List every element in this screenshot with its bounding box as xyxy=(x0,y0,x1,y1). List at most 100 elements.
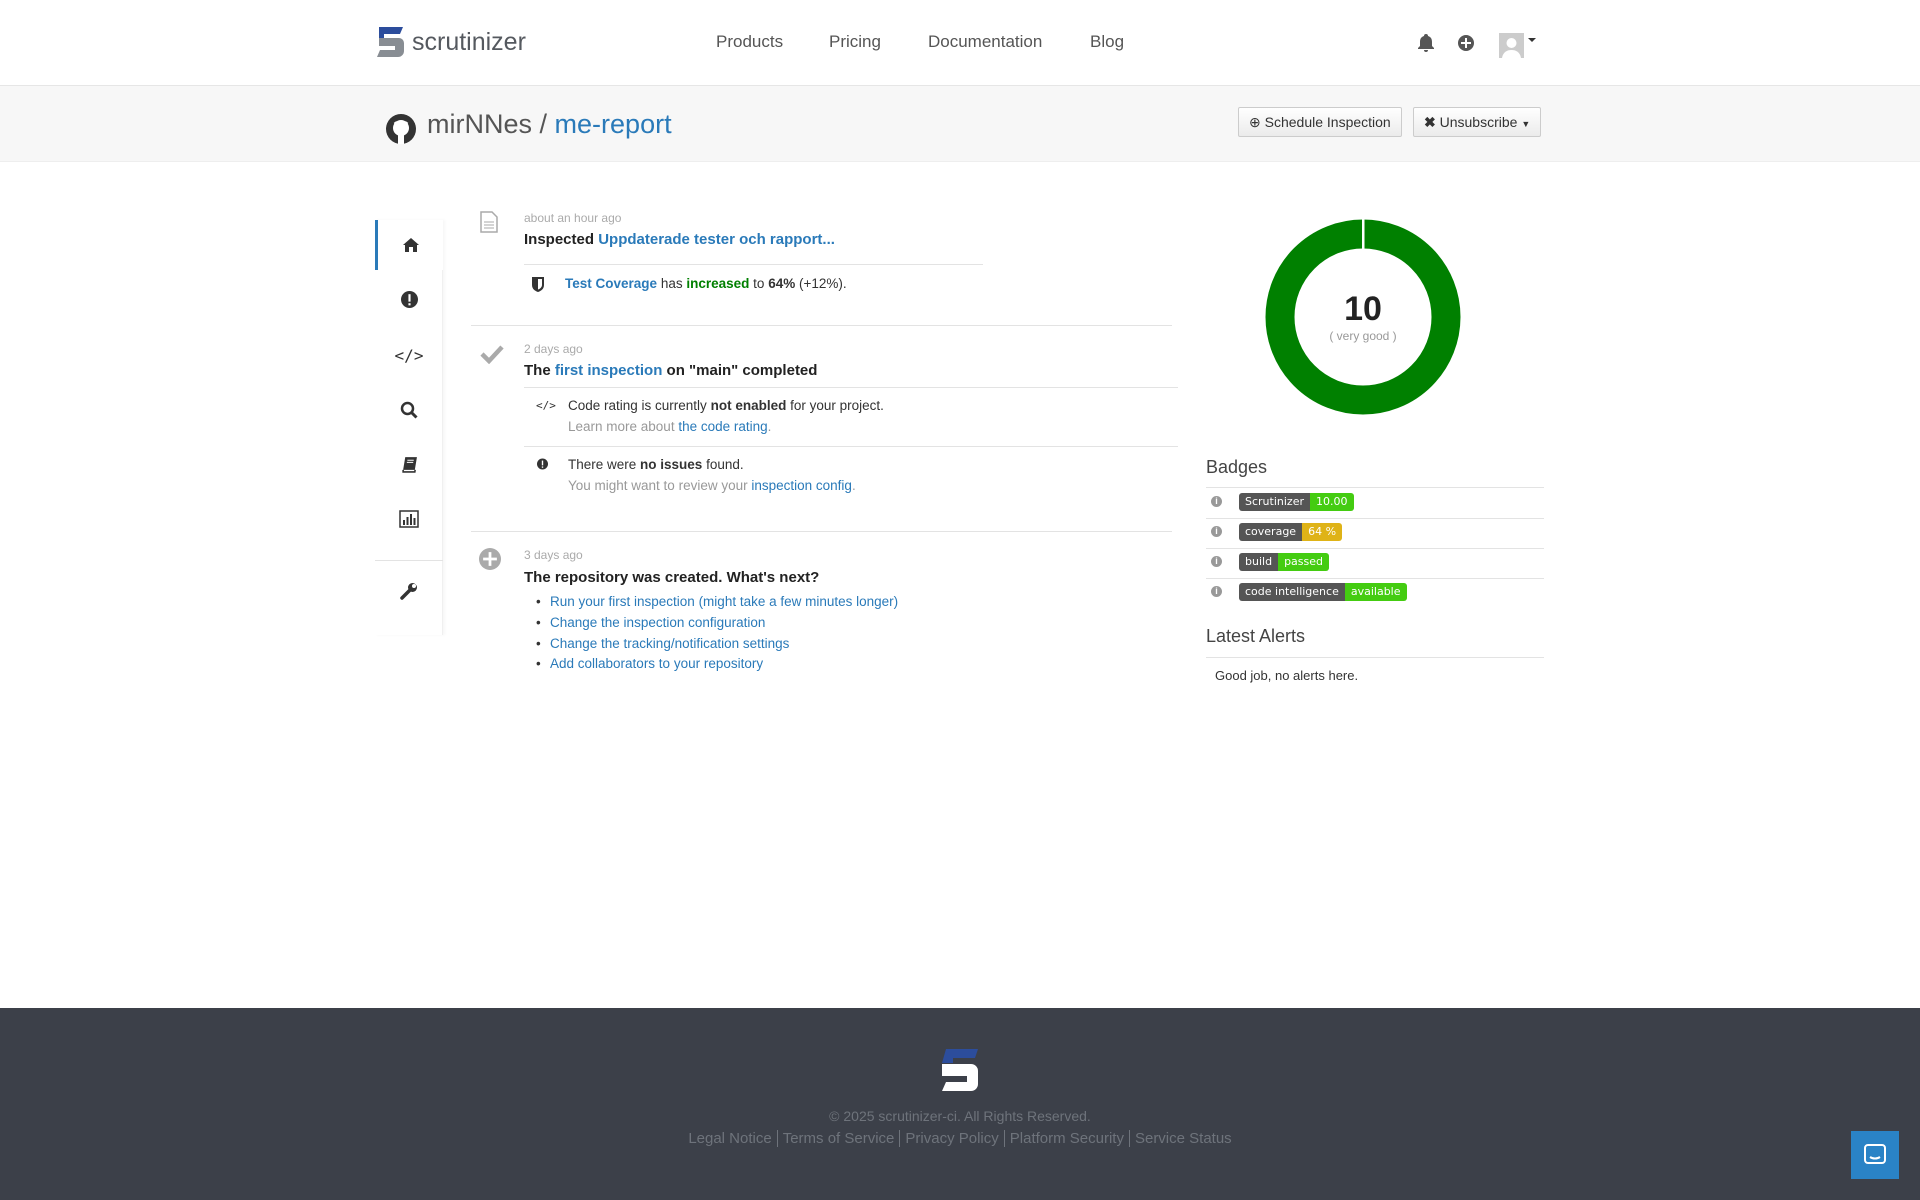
sidebar: </> xyxy=(375,220,443,635)
sidebar-item-code[interactable]: </> xyxy=(375,330,443,380)
badge[interactable]: build passed xyxy=(1239,553,1329,571)
zoom-in-icon: ⊕ xyxy=(1249,114,1261,130)
event-title-text: The xyxy=(524,362,551,379)
test-coverage-link[interactable]: Test Coverage xyxy=(565,276,657,291)
text: to xyxy=(753,276,765,291)
info-icon[interactable]: i xyxy=(1211,496,1222,507)
text: You might want to review your xyxy=(568,478,748,493)
copyright: © 2025 scrutinizer-ci. All Rights Reserv… xyxy=(829,1108,1091,1124)
brand-name[interactable]: scrutinizer xyxy=(412,28,526,57)
repo-separator: / xyxy=(539,109,548,139)
sidebar-item-issues[interactable] xyxy=(375,274,443,324)
event-title: The first inspection on "main" completed xyxy=(524,362,817,379)
coverage-value: 64% xyxy=(768,276,796,291)
badge-label: code intelligence xyxy=(1239,583,1345,601)
repo-title: mirNNes / me-report xyxy=(427,109,672,140)
unsubscribe-label: Unsubscribe xyxy=(1439,114,1518,130)
divider xyxy=(524,264,983,265)
shield-icon xyxy=(532,277,544,292)
text: . xyxy=(767,419,772,434)
text-bold: no issues xyxy=(640,457,703,472)
first-inspection-link[interactable]: first inspection xyxy=(555,362,663,379)
text: There were xyxy=(568,457,637,472)
footer-logo xyxy=(942,1049,978,1091)
avatar[interactable] xyxy=(1499,33,1524,58)
alerts-empty-text: Good job, no alerts here. xyxy=(1215,668,1359,683)
caret-down-icon: ▼ xyxy=(1521,119,1531,129)
badge[interactable]: code intelligence available xyxy=(1239,583,1407,601)
plus-circle-icon[interactable] xyxy=(1458,35,1474,51)
avatar-dropdown-caret[interactable] xyxy=(1528,38,1536,46)
chat-widget-button[interactable] xyxy=(1851,1131,1899,1179)
next-step-link[interactable]: Change the tracking/notification setting… xyxy=(536,636,789,651)
event-title-text: Inspected xyxy=(524,231,595,248)
badge[interactable]: Scrutinizer 10.00 xyxy=(1239,493,1354,511)
exclamation-circle-icon xyxy=(400,290,418,308)
divider xyxy=(1206,657,1544,658)
text: Code rating is currently xyxy=(568,398,707,413)
coverage-change: Test Coverage has increased to 64% (+12%… xyxy=(565,276,847,291)
home-icon xyxy=(402,238,419,252)
unsubscribe-button[interactable]: ✖ Unsubscribe ▼ xyxy=(1413,107,1542,137)
event-title: The repository was created. What's next? xyxy=(524,569,820,586)
event-separator xyxy=(471,531,1172,532)
badges-heading: Badges xyxy=(1206,457,1268,477)
legal-notice-link[interactable]: Legal Notice xyxy=(683,1130,776,1147)
info-icon[interactable]: i xyxy=(1211,556,1222,567)
sidebar-item-statistics[interactable] xyxy=(375,494,443,544)
terms-link[interactable]: Terms of Service xyxy=(778,1130,900,1147)
sidebar-divider xyxy=(375,560,443,561)
divider xyxy=(524,387,1178,388)
code-rating-link[interactable]: the code rating xyxy=(678,419,767,434)
sidebar-item-search[interactable] xyxy=(375,385,443,435)
badge-value: available xyxy=(1344,583,1407,601)
schedule-inspection-button[interactable]: ⊕ Schedule Inspection xyxy=(1238,107,1402,137)
search-icon xyxy=(400,401,418,419)
service-status-link[interactable]: Service Status xyxy=(1130,1130,1237,1147)
badge-value: 64 % xyxy=(1302,523,1343,541)
code-rating-help: Learn more about the code rating. xyxy=(568,419,771,434)
bell-icon[interactable] xyxy=(1418,34,1434,52)
wrench-icon xyxy=(400,583,417,600)
book-icon xyxy=(401,456,417,473)
nav-documentation[interactable]: Documentation xyxy=(928,32,1042,52)
repository-header: mirNNes / me-report ⊕ Schedule Inspectio… xyxy=(0,86,1920,162)
repo-name[interactable]: me-report xyxy=(555,109,672,139)
inspection-link[interactable]: Uppdaterade tester och rapport... xyxy=(598,231,835,248)
rating-label: ( very good ) xyxy=(1329,329,1397,343)
next-step-link[interactable]: Run your first inspection (might take a … xyxy=(536,594,898,609)
info-icon[interactable]: i xyxy=(1211,586,1222,597)
sidebar-item-home[interactable] xyxy=(375,220,443,270)
nav-blog[interactable]: Blog xyxy=(1090,32,1124,52)
increased-text: increased xyxy=(686,276,750,291)
repo-owner[interactable]: mirNNes xyxy=(427,109,532,139)
code-icon: </> xyxy=(394,345,424,365)
next-step-link[interactable]: Add collaborators to your repository xyxy=(536,656,763,671)
next-step-link[interactable]: Change the inspection configuration xyxy=(536,615,765,630)
event-separator xyxy=(471,325,1172,326)
badge-value: passed xyxy=(1278,553,1329,571)
badge-label: Scrutinizer xyxy=(1239,493,1310,511)
issues-help: You might want to review your inspection… xyxy=(568,478,856,493)
coverage-delta: (+12%). xyxy=(799,276,847,291)
scrutinizer-logo[interactable] xyxy=(375,25,405,59)
bar-chart-icon xyxy=(399,510,419,528)
divider xyxy=(1206,487,1544,488)
privacy-link[interactable]: Privacy Policy xyxy=(900,1130,1003,1147)
inspection-config-link[interactable]: inspection config xyxy=(751,478,852,493)
nav-products[interactable]: Products xyxy=(716,32,783,52)
divider xyxy=(1206,578,1544,579)
top-navbar: scrutinizer Products Pricing Documentati… xyxy=(0,0,1920,86)
badge[interactable]: coverage 64 % xyxy=(1239,523,1343,541)
nav-pricing[interactable]: Pricing xyxy=(829,32,881,52)
sidebar-item-settings[interactable] xyxy=(375,566,443,616)
file-icon xyxy=(480,211,498,233)
text: . xyxy=(851,478,856,493)
text: Learn more about xyxy=(568,419,675,434)
event-time: about an hour ago xyxy=(524,211,622,225)
rating-score: 10 xyxy=(1344,290,1382,328)
platform-security-link[interactable]: Platform Security xyxy=(1005,1130,1129,1147)
sidebar-item-documentation[interactable] xyxy=(375,439,443,489)
info-icon[interactable]: i xyxy=(1211,526,1222,537)
event-time: 2 days ago xyxy=(524,342,583,356)
